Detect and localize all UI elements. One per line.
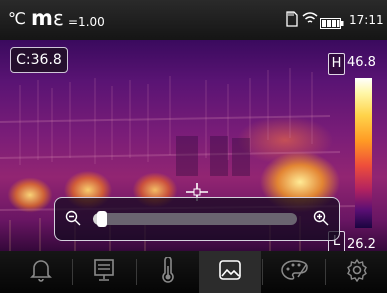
alarm-button[interactable]: [10, 251, 72, 293]
thermal-camera-screen: ℃ m ε =1.00 17:11 C:36.8 H 46.8 L 26.2: [0, 0, 387, 293]
clock: 17:11: [349, 13, 384, 27]
high-temp-label: H: [328, 53, 345, 75]
center-temperature-readout: C:36.8: [10, 47, 68, 73]
measure-mode: m: [31, 6, 53, 30]
sd-card-icon: [286, 11, 298, 31]
battery-icon: [320, 14, 344, 33]
wifi-icon: [302, 10, 318, 30]
image-gallery-icon: [218, 259, 242, 285]
bottom-toolbar: [0, 251, 387, 293]
thermometer-icon: [160, 256, 176, 287]
high-temp-value: 46.8: [347, 55, 376, 70]
zoom-out-icon[interactable]: [65, 210, 81, 230]
gallery-button[interactable]: [199, 251, 261, 293]
settings-button[interactable]: [326, 251, 387, 293]
zoom-slider-panel: [54, 197, 340, 241]
emissivity-value: =1.00: [68, 15, 105, 29]
zoom-in-icon[interactable]: [313, 210, 329, 230]
zoom-slider-handle[interactable]: [97, 211, 107, 227]
palette-icon: [280, 259, 308, 285]
palette-scale-bar: [355, 78, 372, 228]
measurement-button[interactable]: [137, 251, 199, 293]
temperature-unit: ℃: [8, 9, 26, 28]
display-icon: [93, 258, 115, 286]
alarm-bell-icon: [30, 258, 52, 286]
emissivity-symbol: ε: [53, 6, 64, 30]
zoom-slider-track[interactable]: [93, 213, 297, 225]
status-bar: ℃ m ε =1.00 17:11: [0, 0, 387, 40]
palette-button[interactable]: [263, 251, 325, 293]
display-button[interactable]: [73, 251, 135, 293]
settings-gear-icon: [345, 258, 369, 286]
